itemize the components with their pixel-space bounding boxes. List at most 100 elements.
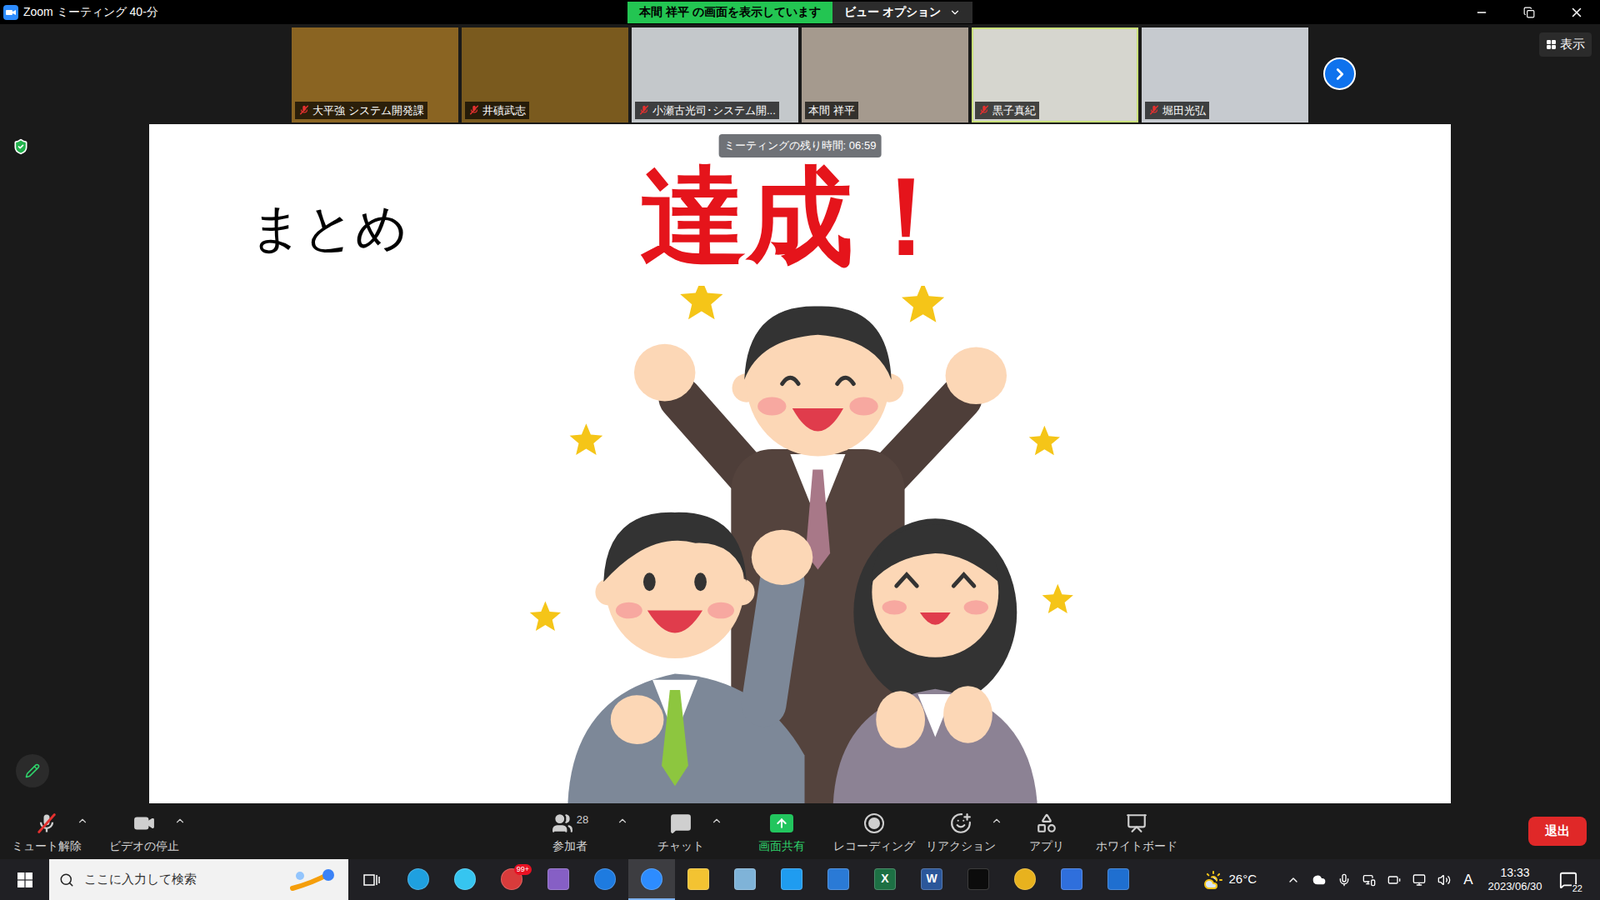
apps-button[interactable]: アプリ bbox=[1002, 811, 1090, 852]
app-icon bbox=[780, 868, 803, 890]
taskbar-app[interactable]: W bbox=[908, 859, 955, 900]
restore-button[interactable] bbox=[1505, 0, 1553, 25]
options-caret[interactable] bbox=[990, 815, 1003, 827]
caret-up-icon bbox=[174, 815, 186, 827]
weather-icon bbox=[1203, 870, 1224, 890]
mic-button[interactable]: ミュート解除 bbox=[5, 811, 89, 852]
participant-tile[interactable]: 大平強 システム開発課 bbox=[291, 27, 459, 123]
weather-widget[interactable]: 26°C bbox=[1196, 870, 1264, 890]
taskbar-app[interactable] bbox=[955, 859, 1002, 900]
taskbar-app[interactable]: 99+ bbox=[488, 859, 535, 900]
slide-heading: まとめ bbox=[149, 124, 640, 286]
toolbar-label: チャット bbox=[657, 840, 705, 852]
taskbar-app[interactable] bbox=[675, 859, 722, 900]
task-view-button[interactable] bbox=[348, 859, 395, 900]
participant-tile[interactable]: 井磧武志 bbox=[461, 27, 629, 123]
participant-label: 大平強 システム開発課 bbox=[295, 101, 428, 120]
video-button[interactable]: ビデオの停止 bbox=[98, 811, 190, 852]
taskbar-app[interactable] bbox=[628, 859, 675, 900]
view-options-button[interactable]: ビュー オプション bbox=[832, 1, 973, 24]
app-icon bbox=[640, 868, 663, 890]
muted-icon bbox=[978, 104, 990, 116]
chevron-down-icon bbox=[949, 6, 961, 19]
tray-device[interactable] bbox=[1356, 873, 1382, 887]
chat-icon bbox=[670, 812, 692, 835]
share-screen-icon bbox=[770, 814, 794, 833]
participants-button[interactable]: 28参加者 bbox=[512, 811, 628, 852]
tray-onedrive[interactable] bbox=[1306, 873, 1332, 887]
star-icon bbox=[1029, 425, 1060, 455]
view-button[interactable]: 表示 bbox=[1539, 32, 1592, 57]
participant-tile[interactable]: 黒子真紀 bbox=[971, 27, 1139, 123]
notification-count: 22 bbox=[1571, 884, 1584, 894]
chat-button[interactable]: チャット bbox=[627, 811, 734, 852]
toolbar-label: レコーディング bbox=[833, 840, 915, 852]
app-icon bbox=[1014, 868, 1036, 890]
tray-volume[interactable] bbox=[1431, 873, 1457, 887]
record-button[interactable]: レコーディング bbox=[829, 811, 919, 852]
grid-icon bbox=[1545, 39, 1557, 50]
toolbar-label: ミュート解除 bbox=[11, 840, 82, 852]
participant-tile[interactable]: 堀田光弘 bbox=[1141, 27, 1309, 123]
close-icon bbox=[1569, 5, 1585, 20]
meeting-timer: ミーティングの残り時間: 06:59 bbox=[719, 134, 882, 158]
toolbar-label: リアクション bbox=[925, 840, 996, 852]
window-title: Zoom ミーティング 40-分 bbox=[23, 3, 159, 21]
taskbar-app[interactable] bbox=[1001, 859, 1049, 900]
reactions-icon bbox=[950, 812, 972, 835]
content-area: まとめ達成！ミーティングの残り時間: 06:59 bbox=[0, 124, 1600, 804]
caret-up-icon bbox=[616, 815, 629, 827]
options-caret[interactable] bbox=[174, 815, 186, 827]
participant-label: 井磧武志 bbox=[465, 101, 530, 120]
reactions-button[interactable]: リアクション bbox=[918, 811, 1003, 852]
taskbar-app[interactable] bbox=[535, 859, 582, 900]
toolbar-label: アプリ bbox=[1029, 840, 1065, 852]
taskbar-app[interactable] bbox=[441, 859, 489, 900]
input-mode[interactable]: A bbox=[1456, 869, 1480, 891]
muted-icon bbox=[298, 104, 310, 116]
muted-icon bbox=[468, 104, 480, 116]
app-icon: X bbox=[874, 868, 896, 890]
windows-logo-icon bbox=[17, 872, 33, 888]
options-caret[interactable] bbox=[76, 815, 89, 827]
minimize-button[interactable] bbox=[1457, 0, 1505, 25]
taskbar-app[interactable] bbox=[395, 859, 442, 900]
leave-button[interactable]: 退出 bbox=[1528, 816, 1587, 846]
participant-tile[interactable]: 小瀬古光司･システム開... bbox=[631, 27, 799, 123]
device-icon bbox=[1362, 873, 1376, 887]
taskbar-app[interactable] bbox=[581, 859, 629, 900]
close-button[interactable] bbox=[1552, 0, 1600, 25]
start-button[interactable] bbox=[0, 859, 50, 900]
participant-tile[interactable]: 本間 祥平 bbox=[801, 27, 969, 123]
app-icon bbox=[734, 868, 756, 890]
search-box[interactable]: ここに入力して検索 bbox=[49, 859, 349, 900]
tray-battery[interactable] bbox=[1381, 873, 1407, 887]
taskbar-app[interactable] bbox=[1095, 859, 1142, 900]
options-caret[interactable] bbox=[616, 815, 629, 827]
app-icon bbox=[967, 868, 990, 890]
whiteboard-button[interactable]: ホワイトボード bbox=[1090, 811, 1184, 852]
shared-slide: まとめ達成！ミーティングの残り時間: 06:59 bbox=[149, 124, 1451, 804]
clock[interactable]: 13:332023/06/30 bbox=[1480, 865, 1550, 895]
caret-up-icon bbox=[76, 815, 89, 827]
taskbar-app[interactable] bbox=[721, 859, 769, 900]
participant-label: 本間 祥平 bbox=[805, 101, 859, 120]
pencil-icon bbox=[25, 763, 40, 779]
cloud-icon bbox=[1312, 873, 1326, 887]
tray-network[interactable] bbox=[1406, 873, 1432, 887]
options-caret[interactable] bbox=[710, 815, 723, 827]
taskbar-app[interactable] bbox=[1048, 859, 1095, 900]
next-page-button[interactable] bbox=[1323, 57, 1356, 90]
tray-mic[interactable] bbox=[1331, 873, 1357, 887]
notification-button[interactable]: 22 bbox=[1550, 859, 1587, 900]
taskbar-app[interactable] bbox=[815, 859, 862, 900]
tray-expand[interactable] bbox=[1280, 873, 1307, 887]
share-button[interactable]: 画面共有 bbox=[733, 811, 830, 852]
participant-count: 28 bbox=[576, 811, 589, 829]
star-icon bbox=[1042, 584, 1074, 614]
search-highlight-icon bbox=[288, 867, 339, 893]
taskbar-app[interactable]: X bbox=[861, 859, 909, 900]
zoom-window: Zoom ミーティング 40-分本間 祥平 の画面を表示していますビュー オプシ… bbox=[0, 0, 1600, 900]
annotate-button[interactable] bbox=[15, 754, 50, 788]
taskbar-app[interactable] bbox=[768, 859, 815, 900]
